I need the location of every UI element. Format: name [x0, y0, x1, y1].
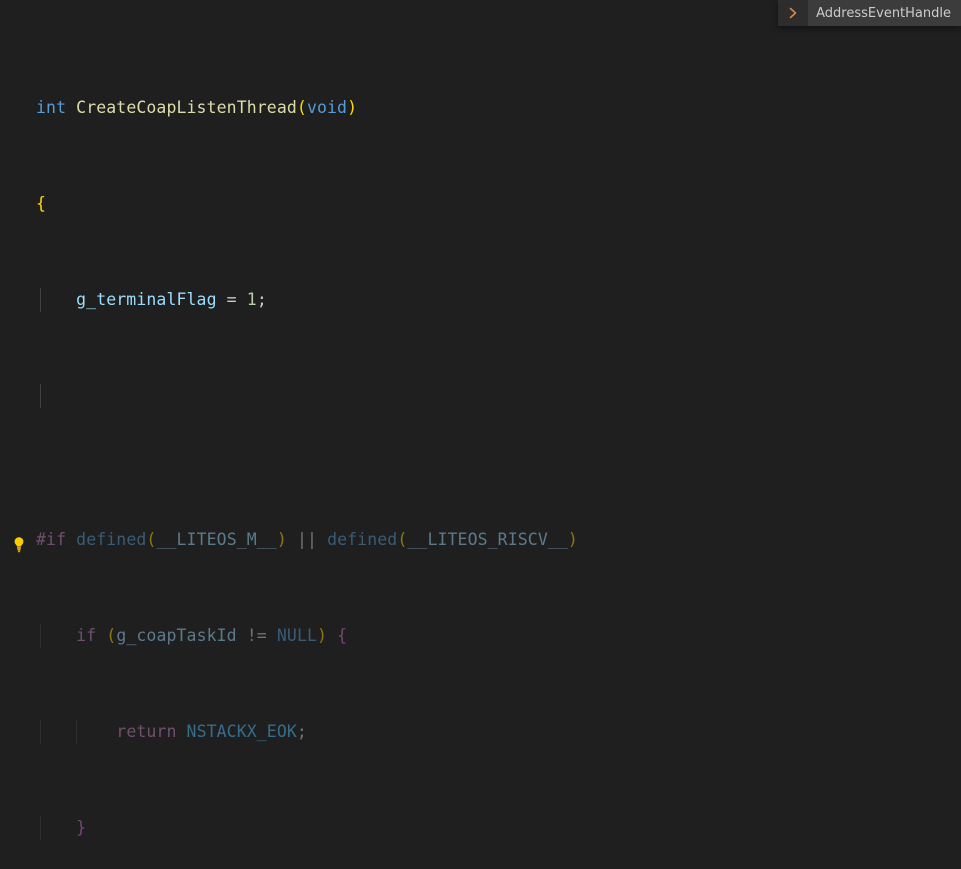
code-content[interactable]: int CreateCoapListenThread(void) { g_ter…	[0, 0, 961, 869]
code-editor[interactable]: int CreateCoapListenThread(void) { g_ter…	[0, 0, 961, 869]
peek-symbol-label[interactable]: AddressEventHandle	[808, 0, 961, 26]
peek-symbol-widget[interactable]: AddressEventHandle	[778, 0, 961, 26]
code-line[interactable]: int CreateCoapListenThread(void)	[0, 96, 961, 120]
bracket-pair-guide	[28, 36, 29, 869]
code-line[interactable]: }	[0, 816, 961, 840]
lightbulb-icon[interactable]	[11, 534, 27, 558]
code-line[interactable]: if (g_coapTaskId != NULL) {	[0, 624, 961, 648]
code-line[interactable]: return NSTACKX_EOK;	[0, 720, 961, 744]
chevron-right-icon[interactable]	[778, 0, 809, 26]
code-line[interactable]	[0, 384, 961, 408]
code-line[interactable]: {	[0, 192, 961, 216]
code-line[interactable]: #if defined(__LITEOS_M__) || defined(__L…	[0, 528, 961, 552]
code-line[interactable]: g_terminalFlag = 1;	[0, 288, 961, 312]
